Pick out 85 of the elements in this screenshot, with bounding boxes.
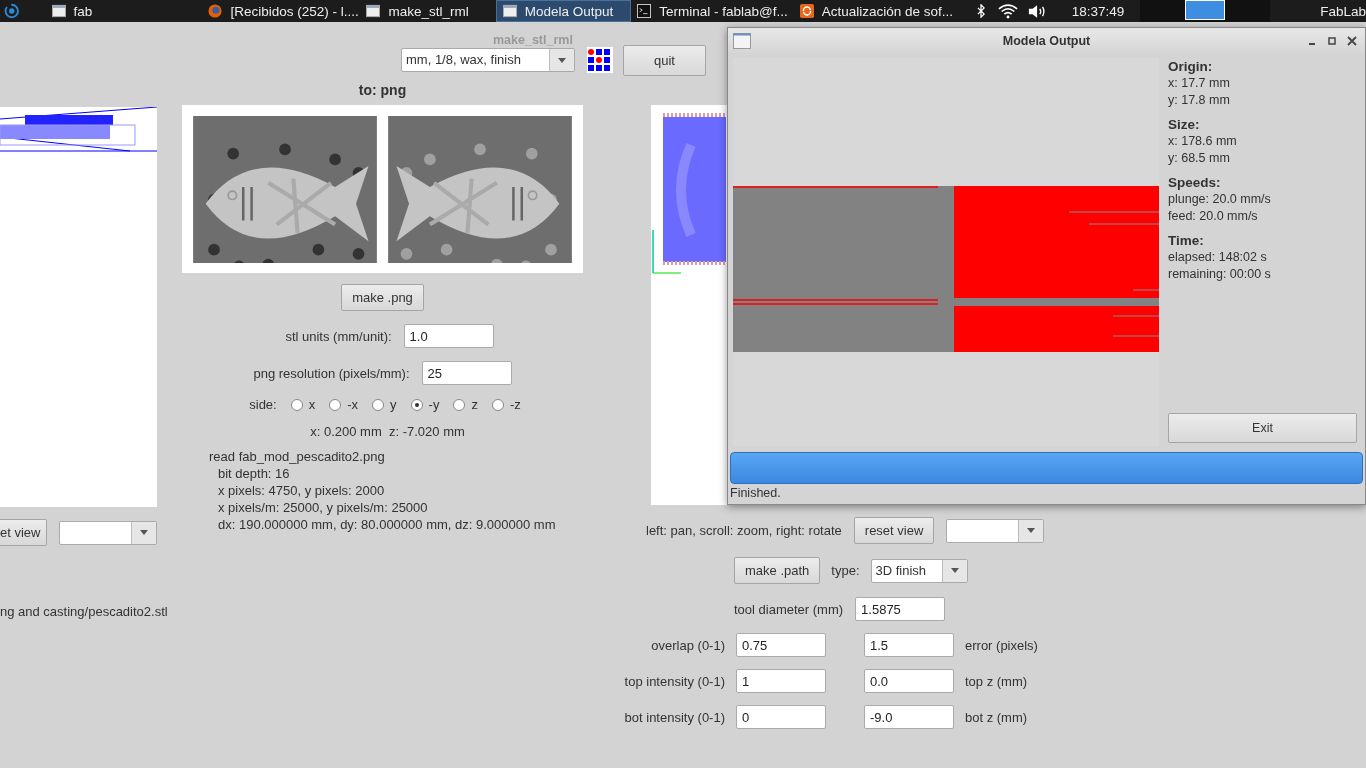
- window-title: Modela Output: [1001, 33, 1092, 48]
- field-label: side:: [249, 397, 277, 412]
- quit-button[interactable]: quit: [623, 44, 706, 76]
- reset-view-button[interactable]: et view: [0, 519, 48, 546]
- model-preview[interactable]: [0, 107, 157, 507]
- refresh-icon: [799, 4, 814, 18]
- input-field[interactable]: 1.5: [864, 633, 954, 657]
- fox-globe-icon: [208, 4, 223, 18]
- info-heading: Speeds:: [1168, 174, 1222, 191]
- close-icon[interactable]: [1347, 35, 1357, 46]
- field-label: error (pixels): [965, 637, 1039, 653]
- info-line: elapsed: 148:02 s: [1168, 249, 1268, 266]
- exit-button[interactable]: Exit: [1168, 413, 1357, 443]
- side-radio-button[interactable]: z: [453, 397, 478, 412]
- info-line: x: 17.7 mm: [1168, 75, 1231, 92]
- info-line: bit depth: 16: [217, 465, 291, 482]
- side-radio-button[interactable]: -y: [410, 397, 440, 412]
- position-readout: x: 0.200 mm z: -7.020 mm: [310, 424, 465, 439]
- field-label: bot z (mm): [965, 709, 1029, 725]
- info-line: remaining: 00:00 s: [1168, 266, 1272, 283]
- status-text: Finished.: [729, 485, 782, 502]
- caret-icon: [558, 57, 566, 63]
- file-path: ng and casting/pescadito2.stl: [0, 604, 168, 619]
- wifi-icon[interactable]: [997, 3, 1018, 19]
- taskbar-window-button[interactable]: fab: [45, 0, 177, 22]
- user-name[interactable]: FabLab: [1320, 3, 1366, 19]
- taskbar-window-button[interactable]: make_stl_rml: [360, 0, 496, 22]
- input-field[interactable]: 25: [421, 361, 512, 385]
- field-label: top z (mm): [965, 673, 1029, 689]
- hint-text: left: pan, scroll: zoom, right: rotate: [646, 523, 842, 538]
- input-field[interactable]: 1.0: [403, 324, 494, 348]
- caret-icon: [1027, 528, 1036, 533]
- taskbar-window-button[interactable]: Actualización de sof...: [793, 0, 954, 22]
- info-heading: Origin:: [1168, 58, 1214, 75]
- side-radio-button[interactable]: -z: [491, 397, 521, 412]
- make-path-button[interactable]: make .path: [734, 557, 821, 584]
- info-line: x pixels: 4750, y pixels: 2000: [217, 482, 386, 499]
- field-label: overlap (0-1): [650, 637, 725, 653]
- field-label: top intensity (0-1): [623, 673, 725, 689]
- make-png-button[interactable]: make .png: [341, 284, 424, 311]
- info-line: read fab_mod_pescadito2.png: [209, 448, 386, 465]
- info-heading: Size:: [1168, 116, 1201, 133]
- info-line: feed: 20.0 mm/s: [1168, 208, 1259, 225]
- caret-icon: [950, 568, 959, 573]
- dot-grid-icon: [587, 47, 613, 73]
- type-dropdown[interactable]: 3D finish: [870, 558, 968, 583]
- maximize-icon[interactable]: [1327, 35, 1337, 46]
- input-field[interactable]: -9.0: [864, 705, 954, 729]
- side-radio-button[interactable]: x: [290, 397, 316, 412]
- input-field[interactable]: 0.75: [736, 633, 826, 657]
- side-radio-button[interactable]: -x: [329, 397, 359, 412]
- field-label: stl units (mm/unit):: [285, 328, 392, 344]
- window-title: make_stl_rml: [493, 33, 573, 47]
- info-line: plunge: 20.0 mm/s: [1168, 191, 1272, 208]
- field-label: bot intensity (0-1): [623, 709, 725, 725]
- info-line: y: 17.8 mm: [1168, 92, 1231, 109]
- info-line: x: 178.6 mm: [1168, 133, 1238, 150]
- preset-dropdown[interactable]: mm, 1/8, wax, finish: [401, 48, 575, 72]
- window-icon: [366, 4, 381, 18]
- volume-icon[interactable]: [1027, 3, 1048, 19]
- taskbar-window-button[interactable]: Modela Output: [495, 0, 632, 22]
- input-field[interactable]: 1: [736, 669, 826, 693]
- input-field[interactable]: 0: [736, 705, 826, 729]
- taskbar-window-button[interactable]: [Recibidos (252) - l....: [202, 0, 361, 22]
- caret-icon: [140, 530, 148, 535]
- reset-view-button[interactable]: reset view: [853, 517, 935, 544]
- taskbar-window-button[interactable]: Terminal - fablab@f...: [631, 0, 794, 22]
- clock[interactable]: 18:37:49: [1071, 3, 1125, 19]
- window-icon: [502, 4, 517, 18]
- field-label: tool diameter (mm): [734, 601, 844, 617]
- input-field[interactable]: 0.0: [864, 669, 954, 693]
- workspace-switcher[interactable]: [1140, 0, 1271, 22]
- info-heading: Time:: [1168, 232, 1205, 249]
- section-heading: to: png: [358, 81, 407, 100]
- info-line: dx: 190.000000 mm, dy: 80.000000 mm, dz: 9.000000 mm: [217, 516, 556, 533]
- field-label: png resolution (pixels/mm):: [253, 365, 410, 381]
- window-icon: [51, 4, 66, 18]
- terminal-icon: [637, 4, 652, 18]
- input-field[interactable]: 1.5875: [855, 597, 946, 621]
- side-radio-button[interactable]: y: [372, 397, 397, 412]
- info-line: y: 68.5 mm: [1168, 150, 1231, 167]
- spiral-logo-icon[interactable]: [4, 2, 20, 20]
- info-line: x pixels/m: 25000, y pixels/m: 25000: [217, 499, 429, 516]
- window-icon: [733, 32, 751, 49]
- field-label: type:: [831, 563, 860, 578]
